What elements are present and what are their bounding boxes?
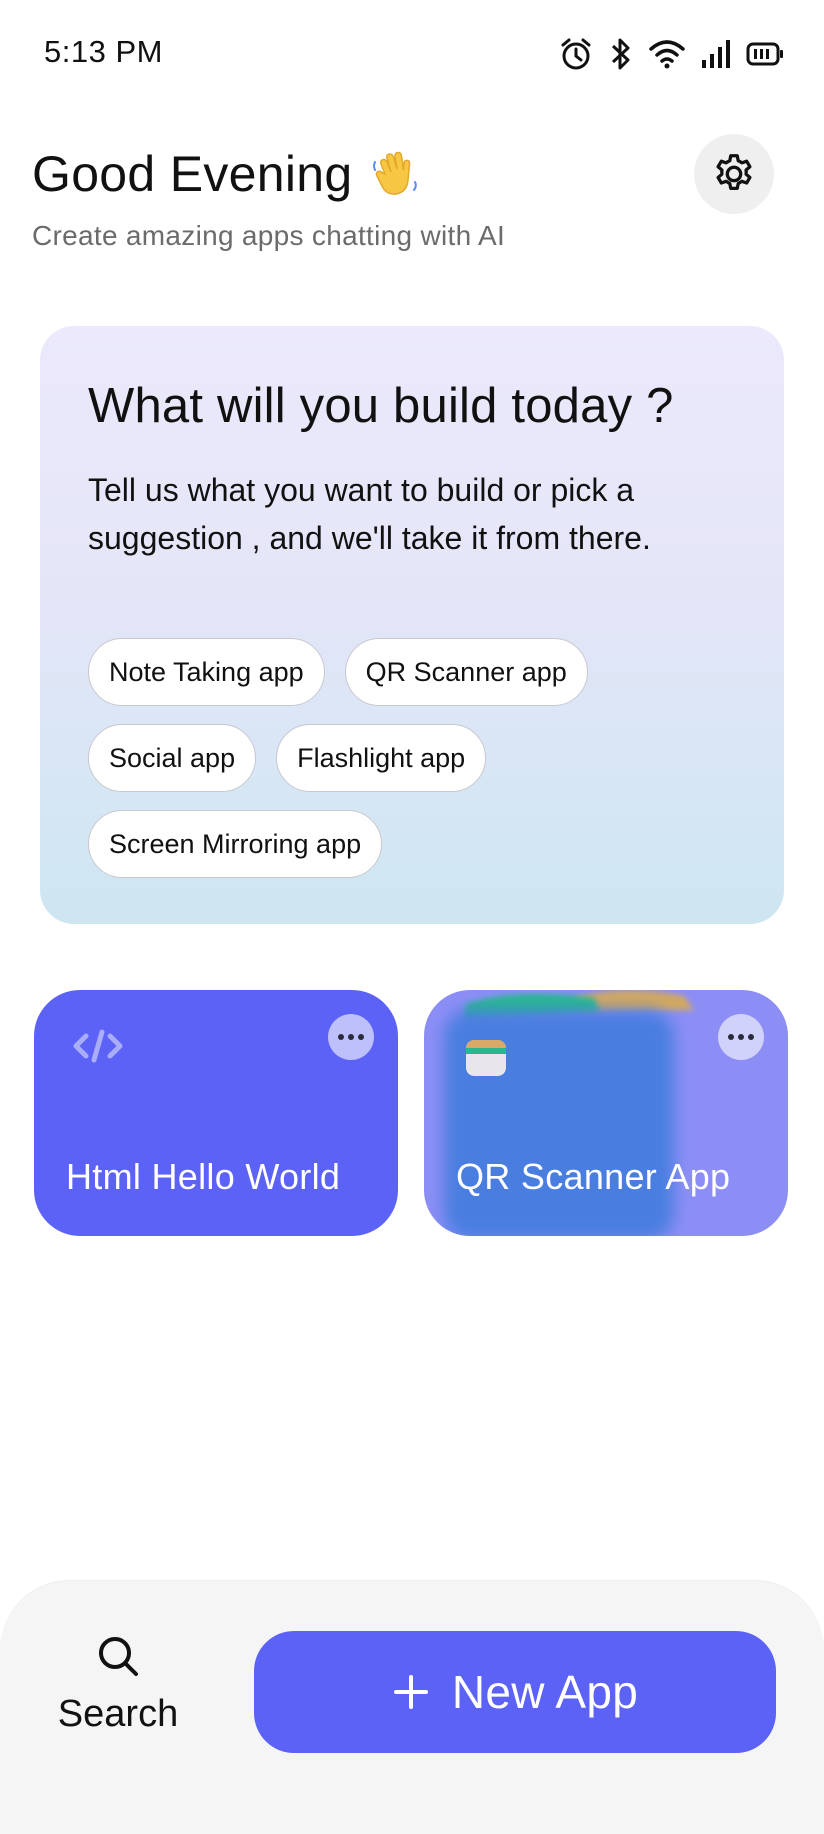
app-thumbnail-icon xyxy=(466,1040,506,1076)
suggestion-chip-screen-mirroring[interactable]: Screen Mirroring app xyxy=(88,810,383,878)
settings-button[interactable] xyxy=(694,134,774,214)
hero-title: What will you build today ? xyxy=(88,379,674,433)
more-dot-icon xyxy=(748,1034,754,1040)
code-icon xyxy=(73,1029,123,1063)
project-card-html-hello-world[interactable]: Html Hello World xyxy=(34,990,398,1236)
status-time: 5:13 PM xyxy=(44,34,163,69)
greeting-text: Good Evening xyxy=(32,146,353,202)
subtitle: Create amazing apps chatting with AI xyxy=(32,220,506,251)
project-title: Html Hello World xyxy=(66,1156,341,1197)
waving-hand-icon xyxy=(372,151,417,195)
more-dot-icon xyxy=(358,1034,364,1040)
greeting: Good Evening xyxy=(32,142,421,206)
status-bar: 5:13 PM xyxy=(0,0,824,100)
new-app-button[interactable]: New App xyxy=(254,1631,776,1753)
alarm-icon xyxy=(561,38,591,70)
suggestion-chip-note-taking[interactable]: Note Taking app xyxy=(88,638,325,706)
hero-description: Tell us what you want to build or pick a… xyxy=(88,472,651,556)
new-app-label: New App xyxy=(451,1666,639,1718)
suggestion-chips: Note Taking app QR Scanner app Social ap… xyxy=(88,638,748,878)
gear-icon xyxy=(716,154,752,191)
suggestion-chip-flashlight[interactable]: Flashlight app xyxy=(276,724,487,792)
project-card-qr-scanner-app[interactable]: QR Scanner App xyxy=(424,990,788,1236)
signal-icon xyxy=(702,40,730,68)
bluetooth-icon xyxy=(611,38,630,70)
suggestion-chip-social[interactable]: Social app xyxy=(88,724,257,792)
battery-icon xyxy=(746,42,783,66)
search-tab[interactable]: Search xyxy=(36,1633,200,1763)
search-label: Search xyxy=(57,1693,179,1735)
build-suggestion-card: What will you build today ? Tell us what… xyxy=(40,326,784,924)
more-options-button[interactable] xyxy=(328,1014,374,1060)
more-dot-icon xyxy=(338,1034,344,1040)
more-dot-icon xyxy=(738,1034,744,1040)
more-options-button[interactable] xyxy=(718,1014,764,1060)
search-icon xyxy=(99,1637,138,1676)
project-title: QR Scanner App xyxy=(456,1156,731,1197)
suggestion-chip-qr-scanner[interactable]: QR Scanner app xyxy=(344,638,588,706)
bottom-action-bar: Search New App xyxy=(0,1580,824,1834)
wifi-icon xyxy=(649,40,685,69)
plus-icon xyxy=(393,1675,428,1709)
status-icons xyxy=(558,34,784,74)
more-dot-icon xyxy=(728,1034,734,1040)
more-dot-icon xyxy=(348,1034,354,1040)
